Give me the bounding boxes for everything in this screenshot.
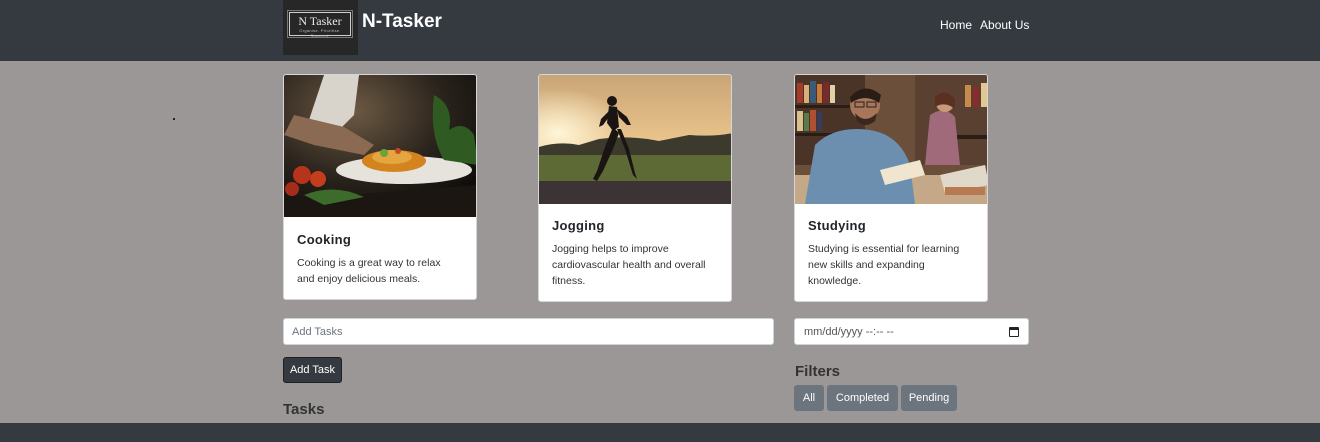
card-text: Studying is essential for learning new s… — [808, 241, 959, 289]
add-task-input[interactable] — [283, 318, 774, 345]
card-text-line: fitness. — [552, 275, 586, 287]
logo-tagline: Organise. Prioritise. Succeed. — [299, 28, 341, 38]
card-studying: Studying Studying is essential for learn… — [794, 74, 988, 302]
filter-all-button[interactable]: All — [794, 385, 824, 411]
calendar-icon[interactable] — [1009, 327, 1019, 337]
logo-text: N Tasker — [298, 14, 342, 28]
nav-links: Home About Us — [940, 18, 1029, 32]
card-text-line: new skills and expanding — [808, 259, 925, 271]
nav-about-link[interactable]: About Us — [980, 18, 1029, 32]
card-text-line: knowledge. — [808, 275, 862, 287]
logo-frame: N Tasker Organise. Prioritise. Succeed. — [287, 10, 353, 38]
card-text: Cooking is a great way to relax and enjo… — [297, 255, 441, 287]
card-text: Jogging helps to improve cardiovascular … — [552, 241, 706, 289]
nav-home-link[interactable]: Home — [940, 18, 972, 32]
filter-pending-button[interactable]: Pending — [901, 385, 957, 411]
card-text-line: cardiovascular health and overall — [552, 259, 706, 271]
card-text-line: Cooking is a great way to relax — [297, 257, 441, 269]
cooking-image — [284, 75, 476, 217]
jogging-image — [539, 75, 731, 204]
card-text-line: Jogging helps to improve — [552, 243, 669, 255]
filter-completed-button[interactable]: Completed — [827, 385, 898, 411]
card-jogging: Jogging Jogging helps to improve cardiov… — [538, 74, 732, 302]
brand-name[interactable]: N-Tasker — [362, 11, 442, 33]
filters-heading: Filters — [795, 363, 841, 380]
card-title: Cooking — [297, 232, 352, 247]
add-task-button[interactable]: Add Task — [283, 357, 342, 383]
date-time-input[interactable]: mm/dd/yyyy --:-- -- — [794, 318, 1029, 345]
card-text-line: and enjoy delicious meals. — [297, 273, 421, 285]
tasks-heading: Tasks — [283, 401, 325, 418]
card-title: Studying — [808, 218, 867, 233]
date-placeholder: mm/dd/yyyy --:-- -- — [804, 326, 894, 338]
footer — [0, 423, 1320, 442]
card-cooking: Cooking Cooking is a great way to relax … — [283, 74, 477, 300]
brand-logo[interactable]: N Tasker Organise. Prioritise. Succeed. — [283, 0, 358, 55]
navbar: N Tasker Organise. Prioritise. Succeed. … — [0, 0, 1320, 61]
card-text-line: Studying is essential for learning — [808, 243, 960, 255]
stray-dot — [173, 118, 175, 120]
studying-image — [795, 75, 987, 204]
card-title: Jogging — [552, 218, 605, 233]
